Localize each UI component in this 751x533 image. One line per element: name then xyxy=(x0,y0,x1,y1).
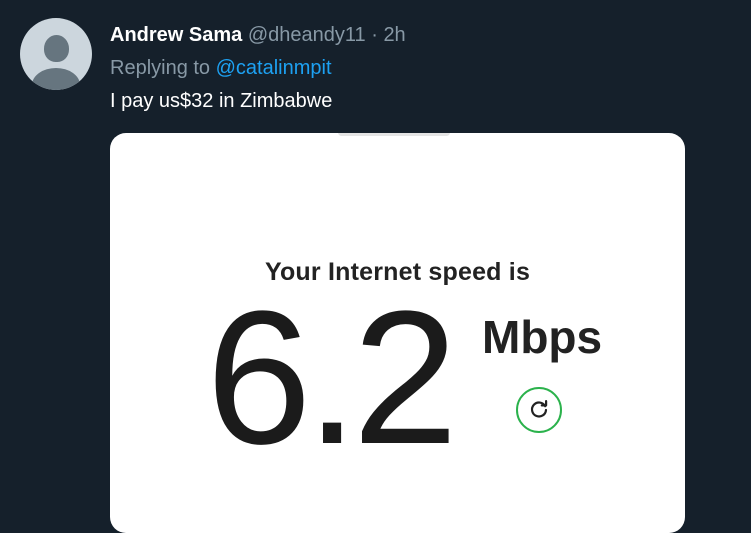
speed-value: 6.2 xyxy=(206,272,458,484)
tweet-text: I pay us$32 in Zimbabwe xyxy=(110,90,333,112)
avatar[interactable] xyxy=(20,18,92,90)
reply-mention-link[interactable]: @catalinmpit xyxy=(216,57,332,79)
avatar-head-shape xyxy=(44,35,69,62)
tweet-media-image[interactable]: Your Internet speed is 6.2 Mbps xyxy=(110,133,685,533)
refresh-icon xyxy=(530,400,548,418)
speed-unit: Mbps xyxy=(482,311,603,363)
display-name[interactable]: Andrew Sama xyxy=(110,24,242,46)
tweet-timestamp[interactable]: 2h xyxy=(383,24,405,46)
separator-dot: · xyxy=(371,24,378,46)
reply-prefix: Replying to xyxy=(110,57,211,79)
tweet: Andrew Sama @dheandy11 · 2h Replying to … xyxy=(0,0,751,533)
user-handle[interactable]: @dheandy11 xyxy=(248,24,366,46)
reply-context: Replying to @catalinmpit xyxy=(110,55,332,81)
refresh-button[interactable] xyxy=(516,387,562,433)
tweet-header: Andrew Sama @dheandy11 · 2h xyxy=(110,22,406,48)
image-top-decoration xyxy=(338,133,450,136)
avatar-shoulders-shape xyxy=(32,68,80,90)
